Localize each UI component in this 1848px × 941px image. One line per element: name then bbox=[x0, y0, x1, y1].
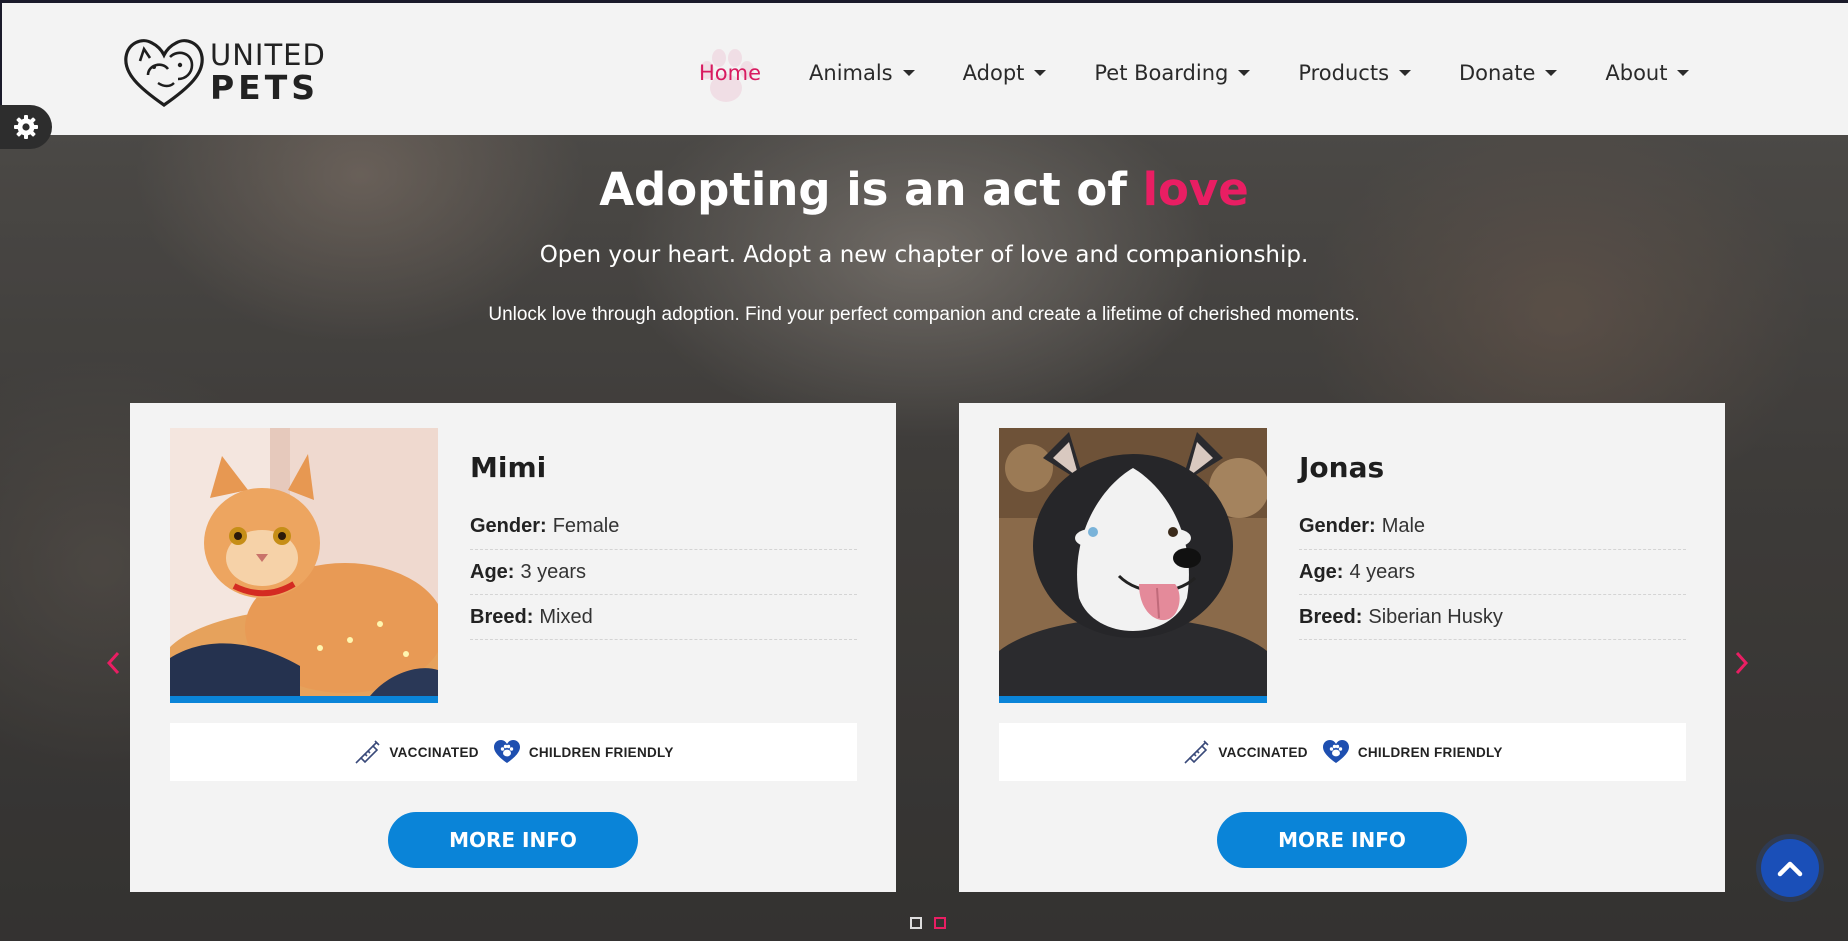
hero-section: Adopting is an act of love Open your hea… bbox=[0, 135, 1848, 941]
hero-title-main: Adopting is an act of bbox=[599, 163, 1127, 216]
nav-item-donate[interactable]: Donate bbox=[1459, 61, 1558, 85]
breed-value: Mixed bbox=[539, 605, 593, 628]
nav-label-adopt: Adopt bbox=[962, 61, 1025, 85]
nav-item-pet-boarding[interactable]: Pet Boarding bbox=[1094, 61, 1251, 85]
syringe-icon bbox=[355, 740, 380, 764]
pet-name: Mimi bbox=[470, 451, 547, 484]
pet-attributes: Gender: Male Age: 4 years Breed: Siberia… bbox=[1299, 503, 1686, 640]
caret-down-icon bbox=[1677, 70, 1690, 76]
nav-item-about[interactable]: About bbox=[1605, 61, 1690, 85]
pet-breed-row: Breed: Siberian Husky bbox=[1299, 595, 1686, 640]
pet-attributes: Gender: Female Age: 3 years Breed: Mixed bbox=[470, 503, 857, 640]
nav-label-about: About bbox=[1605, 61, 1668, 85]
feature-children-friendly: CHILDREN FRIENDLY bbox=[493, 739, 674, 765]
nav-label-products: Products bbox=[1298, 61, 1390, 85]
site-logo[interactable]: UNITED PETS bbox=[118, 31, 338, 113]
heart-paw-icon bbox=[1322, 740, 1349, 763]
feature-vaccinated: VACCINATED bbox=[353, 738, 479, 766]
site-header: UNITED PETS Home Animals Adopt Pet Board… bbox=[0, 0, 1848, 135]
heart-paw-icon bbox=[493, 740, 520, 763]
nav-label-animals: Animals bbox=[809, 61, 893, 85]
feature-label: VACCINATED bbox=[1218, 744, 1308, 760]
carousel-next-button[interactable] bbox=[1727, 643, 1757, 683]
pet-age-row: Age: 4 years bbox=[1299, 550, 1686, 595]
gender-value: Female bbox=[552, 514, 620, 537]
caret-down-icon bbox=[1238, 70, 1251, 76]
feature-label: CHILDREN FRIENDLY bbox=[528, 744, 674, 760]
pet-features: VACCINATED CHILDREN FRIENDLY bbox=[170, 723, 857, 781]
feature-children-friendly: CHILDREN FRIENDLY bbox=[1322, 739, 1503, 765]
age-label: Age: bbox=[1299, 560, 1344, 583]
gender-value: Male bbox=[1381, 514, 1426, 537]
pet-gender-row: Gender: Male bbox=[1299, 503, 1686, 550]
carousel-dot-1[interactable] bbox=[910, 917, 922, 929]
gender-label: Gender: bbox=[470, 514, 547, 537]
pet-photo-husky[interactable] bbox=[999, 428, 1267, 696]
settings-toggle[interactable] bbox=[0, 105, 52, 149]
age-value: 3 years bbox=[520, 560, 587, 583]
logo-text-pets: PETS bbox=[210, 67, 320, 107]
feature-label: VACCINATED bbox=[389, 744, 479, 760]
carousel-dots bbox=[910, 917, 958, 929]
pet-card: Jonas Gender: Male Age: 4 years Breed: S… bbox=[959, 403, 1725, 892]
age-value: 4 years bbox=[1349, 560, 1416, 583]
more-info-button[interactable]: MORE INFO bbox=[388, 812, 638, 868]
nav-item-home[interactable]: Home bbox=[699, 49, 762, 102]
nav-label-pet-boarding: Pet Boarding bbox=[1094, 61, 1229, 85]
pet-name: Jonas bbox=[1299, 451, 1385, 484]
chevron-left-icon bbox=[106, 651, 120, 675]
pet-age-row: Age: 3 years bbox=[470, 550, 857, 595]
chevron-right-icon bbox=[1735, 651, 1749, 675]
caret-down-icon bbox=[1399, 70, 1412, 76]
feature-label: CHILDREN FRIENDLY bbox=[1357, 744, 1503, 760]
age-label: Age: bbox=[470, 560, 515, 583]
feature-vaccinated: VACCINATED bbox=[1182, 738, 1308, 766]
caret-down-icon bbox=[1034, 70, 1047, 76]
carousel-prev-button[interactable] bbox=[98, 643, 128, 683]
pet-gender-row: Gender: Female bbox=[470, 503, 857, 550]
caret-down-icon bbox=[902, 70, 915, 76]
hero-description: Unlock love through adoption. Find your … bbox=[488, 304, 1360, 325]
pet-features: VACCINATED CHILDREN FRIENDLY bbox=[999, 723, 1686, 781]
nav-label-home: Home bbox=[699, 61, 762, 85]
hero-subtitle: Open your heart. Adopt a new chapter of … bbox=[539, 242, 1309, 268]
husky-photo-icon bbox=[999, 428, 1267, 696]
pet-photo-cat[interactable] bbox=[170, 428, 438, 696]
nav-item-animals[interactable]: Animals bbox=[809, 61, 915, 85]
main-nav: Home Animals Adopt Pet Boarding Products… bbox=[682, 49, 1690, 102]
gender-label: Gender: bbox=[1299, 514, 1376, 537]
breed-label: Breed: bbox=[1299, 605, 1363, 628]
caret-down-icon bbox=[1545, 70, 1558, 76]
nav-item-products[interactable]: Products bbox=[1298, 61, 1412, 85]
more-info-button[interactable]: MORE INFO bbox=[1217, 812, 1467, 868]
pet-card: Mimi Gender: Female Age: 3 years Breed: … bbox=[130, 403, 896, 892]
scroll-to-top-button[interactable] bbox=[1746, 839, 1834, 897]
chevron-up-icon bbox=[1777, 861, 1803, 877]
nav-item-adopt[interactable]: Adopt bbox=[963, 61, 1047, 85]
hero-title-accent: love bbox=[1142, 163, 1249, 216]
gear-icon bbox=[14, 115, 38, 139]
cat-photo-icon bbox=[170, 428, 438, 696]
breed-value: Siberian Husky bbox=[1368, 605, 1503, 628]
nav-label-donate: Donate bbox=[1459, 61, 1536, 85]
hero-title: Adopting is an act of love bbox=[0, 163, 1848, 216]
photo-accent-bar bbox=[170, 696, 438, 703]
breed-label: Breed: bbox=[470, 605, 534, 628]
pet-heart-logo-icon bbox=[124, 39, 204, 107]
carousel-dot-2[interactable] bbox=[934, 917, 946, 929]
photo-accent-bar bbox=[999, 696, 1267, 703]
syringe-icon bbox=[1184, 740, 1209, 764]
logo-text-united: UNITED bbox=[210, 37, 326, 72]
pet-breed-row: Breed: Mixed bbox=[470, 595, 857, 640]
